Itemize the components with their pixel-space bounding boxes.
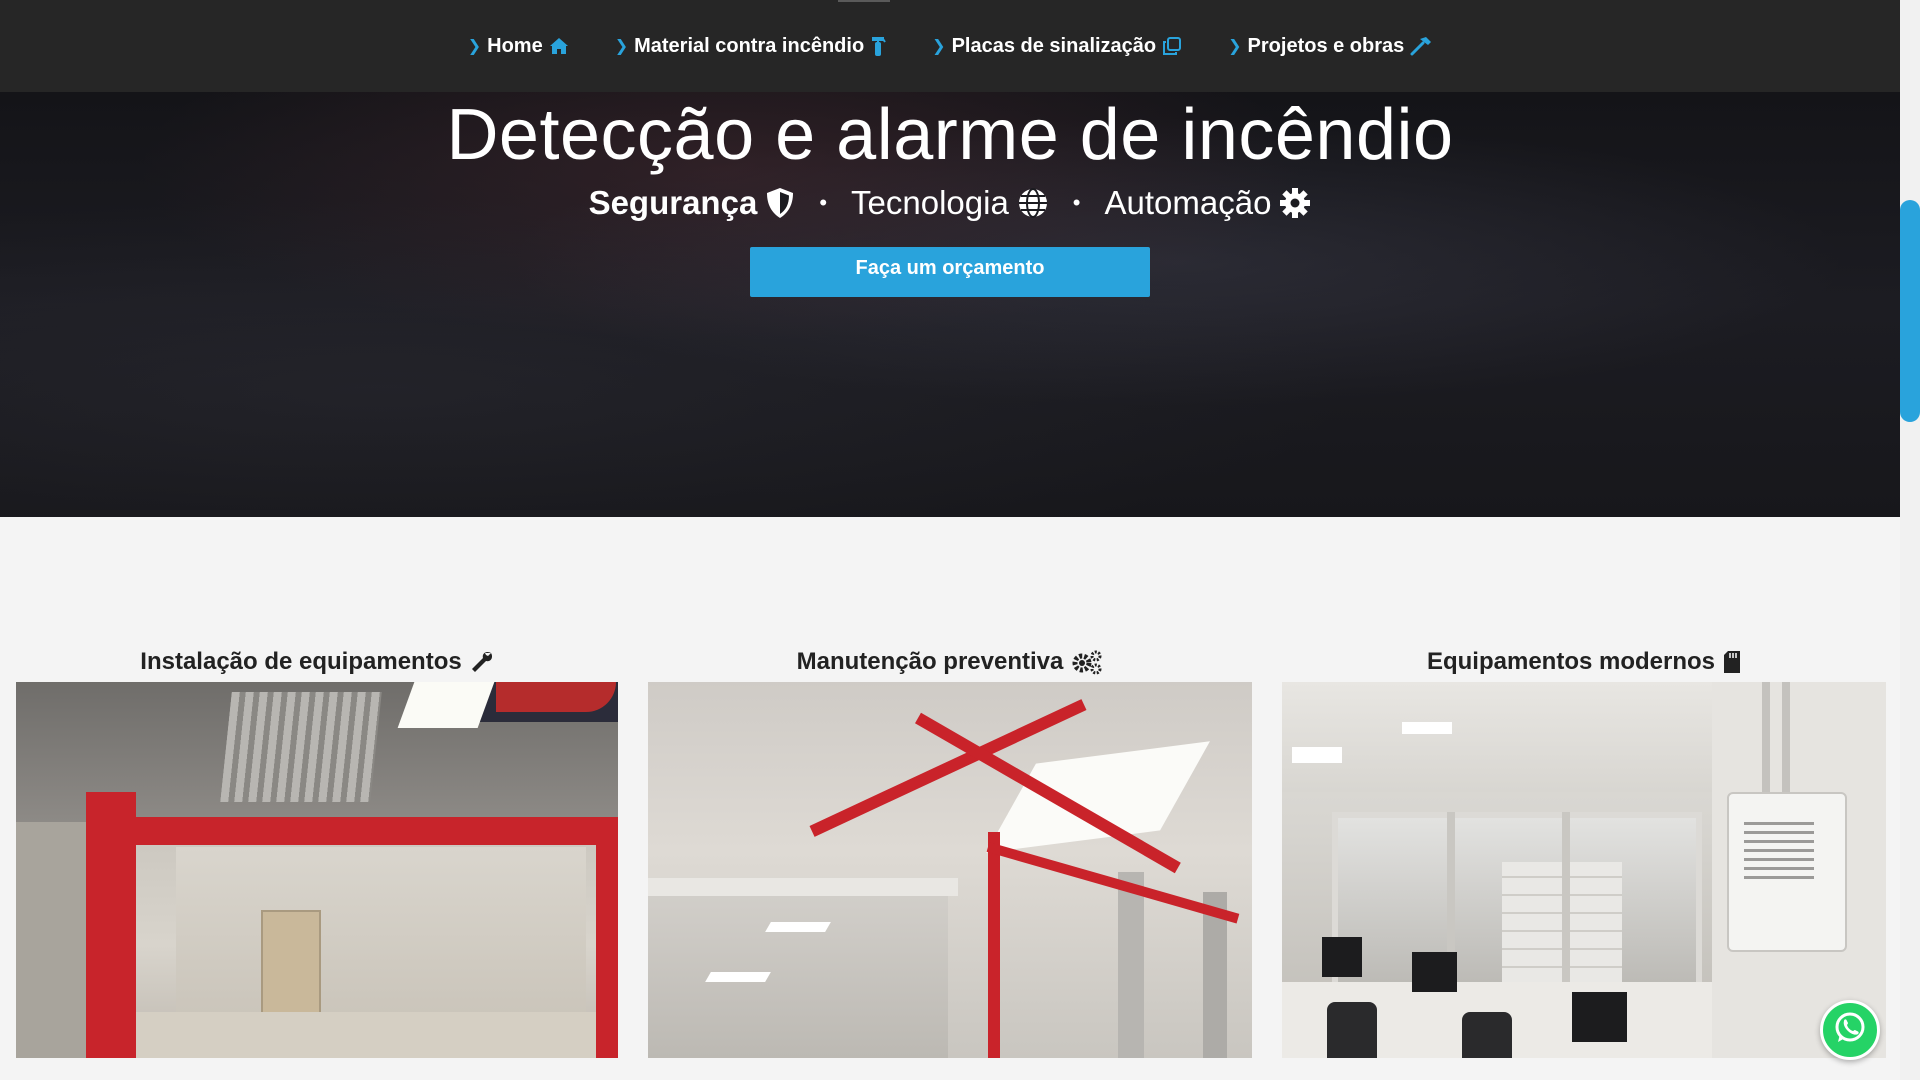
hero-tag-label: Automação — [1104, 184, 1272, 221]
features-section: Instalação de equipamentos Manutenção pr… — [0, 517, 1900, 1080]
hammer-icon — [1410, 36, 1432, 56]
chevron-right-icon: ❯ — [1228, 38, 1242, 55]
separator-dot: • — [1072, 190, 1081, 215]
hero-subtitle: Segurança • Tecnologia • Automação — [0, 184, 1900, 222]
page-scrollbar-thumb[interactable] — [1900, 200, 1920, 422]
feature-title: Equipamentos modernos — [1282, 642, 1886, 682]
sd-card-icon — [1723, 650, 1741, 674]
nav-item-home[interactable]: ❯ Home — [468, 35, 569, 58]
feature-photo-instalacao — [16, 682, 618, 1058]
hero-title: Detecção e alarme de incêndio — [446, 95, 1454, 175]
feature-photo-manutencao — [648, 682, 1252, 1058]
wrench-icon — [470, 650, 494, 674]
nav-top-indicator — [838, 0, 890, 2]
nav-item-projetos[interactable]: ❯ Projetos e obras — [1228, 35, 1432, 58]
gear-icon — [1279, 187, 1311, 219]
gears-icon — [1071, 649, 1103, 675]
hero-tag-tecnologia: Tecnologia — [851, 184, 1049, 222]
feature-title: Manutenção preventiva — [648, 642, 1252, 682]
feature-photo-equipamentos — [1282, 682, 1886, 1058]
globe-icon — [1017, 187, 1049, 219]
hero-tag-automacao: Automação — [1105, 184, 1312, 222]
clone-icon — [1162, 36, 1182, 56]
feature-card-equipamentos: Equipamentos modernos — [1282, 642, 1886, 1058]
hero-tag-label: Tecnologia — [851, 184, 1009, 221]
quote-button[interactable]: Faça um orçamento — [750, 247, 1150, 297]
hero-tag-label: Segurança — [588, 184, 758, 221]
shield-icon — [765, 187, 795, 219]
feature-title-text: Equipamentos modernos — [1426, 648, 1716, 675]
page-scrollbar-track[interactable] — [1900, 0, 1920, 1080]
chevron-right-icon: ❯ — [614, 38, 629, 55]
hero-banner: Detecção e alarme de incêndio Segurança … — [0, 92, 1900, 517]
nav-item-material[interactable]: ❯ Material contra incêndio — [614, 34, 887, 58]
feature-card-manutencao: Manutenção preventiva — [648, 642, 1252, 1058]
separator-dot: • — [819, 190, 828, 215]
chevron-right-icon: ❯ — [932, 38, 946, 55]
top-navbar: ❯ Home ❯ Material contra incêndio ❯ Plac… — [0, 0, 1900, 92]
whatsapp-button[interactable] — [1820, 1000, 1880, 1060]
nav-item-label: Placas de sinalização — [951, 34, 1157, 57]
feature-title-text: Instalação de equipamentos — [140, 648, 462, 675]
nav-item-placas[interactable]: ❯ Placas de sinalização — [932, 35, 1182, 58]
home-icon — [549, 37, 569, 55]
feature-title-text: Manutenção preventiva — [796, 648, 1064, 675]
fire-extinguisher-icon — [870, 36, 887, 56]
feature-card-instalacao: Instalação de equipamentos — [16, 642, 618, 1058]
feature-title: Instalação de equipamentos — [16, 642, 618, 682]
nav-item-label: Home — [487, 34, 543, 57]
whatsapp-icon — [1832, 1010, 1868, 1051]
hero-tag-seguranca: Segurança — [589, 184, 796, 222]
nav-item-label: Material contra incêndio — [634, 34, 865, 57]
chevron-right-icon: ❯ — [467, 38, 482, 55]
nav-item-label: Projetos e obras — [1247, 34, 1405, 57]
